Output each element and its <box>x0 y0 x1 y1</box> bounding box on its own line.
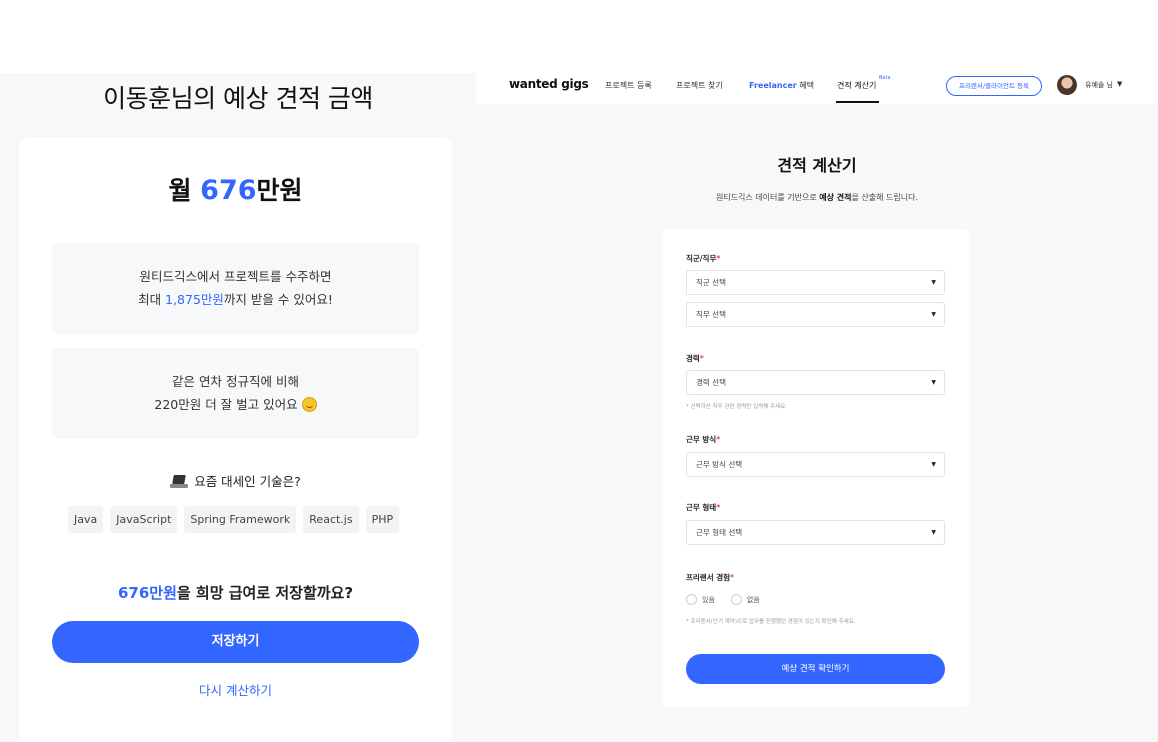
trending-skills-label: 요즘 대세인 기술은? <box>194 474 301 489</box>
job-label: 직군/직무* <box>686 253 720 264</box>
job-group-placeholder: 직군 선택 <box>696 278 726 287</box>
save-salary-question: 676만원을 희망 급여로 저장할까요? <box>19 582 452 603</box>
max-earning-line2: 최대 1,875만원까지 받을 수 있어요! <box>52 288 419 311</box>
work-method-label: 근무 방식* <box>686 434 720 445</box>
freelancer-benefits-label: 혜택 <box>796 81 814 90</box>
calculator-title: 견적 계산기 <box>777 156 857 175</box>
recalculate-link[interactable]: 다시 계산하기 <box>19 680 452 699</box>
smile-emoji-icon <box>301 397 317 412</box>
career-label: 경력* <box>686 353 704 364</box>
monthly-amount: 676 <box>200 175 257 206</box>
subtitle-bold: 예상 견적 <box>819 193 852 202</box>
freelance-label-text: 프리랜서 경험 <box>686 573 731 582</box>
estimate-form: 직군/직무* 직군 선택 ▼ 직무 선택 ▼ 경력* 경력 선택 ▼ * 선택하신 직… <box>662 229 969 707</box>
skill-tag: Spring Framework <box>184 506 297 533</box>
monthly-suffix: 만원 <box>256 176 303 205</box>
radio-yes[interactable]: 있음 <box>686 594 715 605</box>
skill-tag: Java <box>68 506 104 533</box>
job-group-select[interactable]: 직군 선택 ▼ <box>686 270 945 295</box>
beta-badge: Beta <box>879 75 891 81</box>
wanted-gigs-logo[interactable]: wanted gigs <box>509 77 589 91</box>
required-mark: * <box>699 354 704 363</box>
work-type-placeholder: 근무 형태 선택 <box>696 528 743 537</box>
estimate-result-panel: 이동훈님의 예상 견적 금액 월 676만원 원티드긱스에서 프로젝트를 수주하… <box>0 73 476 742</box>
radio-no-label: 없음 <box>746 595 760 604</box>
save-question-amount: 676만원 <box>117 584 177 602</box>
work-method-label-text: 근무 방식 <box>686 435 717 444</box>
subtitle-prefix: 원티드긱스 데이터를 기반으로 <box>715 193 820 202</box>
required-mark: * <box>716 435 721 444</box>
work-type-label-text: 근무 형태 <box>686 503 717 512</box>
radio-yes-label: 있음 <box>702 595 715 604</box>
result-title: 이동훈님의 예상 견적 금액 <box>103 84 373 113</box>
work-type-select[interactable]: 근무 형태 선택 ▼ <box>686 520 945 545</box>
avatar[interactable] <box>1057 75 1077 95</box>
chevron-down-icon: ▼ <box>931 461 936 468</box>
laptop-icon <box>170 475 189 489</box>
freelancer-brand: Freelancer <box>749 81 797 90</box>
nav-item-project-register[interactable]: 프로젝트 등록 <box>605 80 652 91</box>
nav-item-project-search[interactable]: 프로젝트 찾기 <box>676 80 723 91</box>
work-method-placeholder: 근무 방식 선택 <box>696 460 743 469</box>
max-earning-line1: 원티드긱스에서 프로젝트를 수주하면 <box>139 269 332 284</box>
save-question-text: 을 희망 급여로 저장할까요? <box>176 584 354 602</box>
save-button[interactable]: 저장하기 <box>52 621 419 663</box>
work-type-label: 근무 형태* <box>686 502 720 513</box>
skill-tag: PHP <box>365 506 400 533</box>
required-mark: * <box>716 254 721 263</box>
nav-active-indicator <box>836 101 879 103</box>
monthly-estimate: 월 676만원 <box>19 171 452 207</box>
result-card: 월 676만원 원티드긱스에서 프로젝트를 수주하면 최대 1,875만원까지 … <box>19 137 452 742</box>
comparison-info: 같은 연차 정규직에 비해 220만원 더 잘 벌고 있어요 <box>52 348 419 439</box>
career-hint: * 선택하신 직무 관련 경력만 입력해 주세요. <box>686 404 788 410</box>
freelance-hint: * 프리랜서(단기 계약)으로 업무를 진행했던 경험이 있는지 확인해 주세요… <box>686 619 856 625</box>
monthly-prefix: 월 <box>168 176 201 205</box>
job-role-placeholder: 직무 선택 <box>696 310 726 319</box>
required-mark: * <box>716 503 721 512</box>
max-earning-prefix: 최대 <box>138 292 166 307</box>
subtitle-suffix: 을 산출해 드립니다. <box>851 193 919 202</box>
skill-tag: React.js <box>303 506 359 533</box>
freelance-experience-radios: 있음 없음 <box>686 594 760 605</box>
max-earning-suffix: 까지 받을 수 있어요! <box>223 292 333 307</box>
user-name[interactable]: 유예솔 님 <box>1085 80 1113 90</box>
max-earning-amount: 1,875만원 <box>165 292 224 307</box>
comparison-text: 220만원 더 잘 벌고 있어요 <box>154 397 298 412</box>
chevron-down-icon: ▼ <box>931 279 936 286</box>
comparison-line2: 220만원 더 잘 벌고 있어요 <box>52 393 419 416</box>
job-role-select[interactable]: 직무 선택 ▼ <box>686 302 945 327</box>
calculator-subtitle: 원티드긱스 데이터를 기반으로 예상 견적을 산출해 드립니다. <box>476 192 1158 203</box>
nav-item-freelancer-benefits[interactable]: Freelancer 혜택 <box>749 80 814 91</box>
job-label-text: 직군/직무 <box>686 254 717 263</box>
chevron-down-icon: ▼ <box>931 379 936 386</box>
comparison-line1: 같은 연차 정규직에 비해 <box>172 374 299 389</box>
chevron-down-icon: ▼ <box>931 311 936 318</box>
register-freelancer-client-button[interactable]: 프리랜서/클라이언트 등록 <box>946 76 1042 96</box>
max-earning-info: 원티드긱스에서 프로젝트를 수주하면 최대 1,875만원까지 받을 수 있어요… <box>52 243 419 334</box>
nav-item-estimate-calculator[interactable]: 견적 계산기 <box>837 80 876 91</box>
check-estimate-button[interactable]: 예상 견적 확인하기 <box>686 654 945 684</box>
career-select[interactable]: 경력 선택 ▼ <box>686 370 945 395</box>
career-placeholder: 경력 선택 <box>696 378 726 387</box>
skill-tag: JavaScript <box>110 506 178 533</box>
skill-tags: Java JavaScript Spring Framework React.j… <box>68 506 400 533</box>
radio-circle-icon[interactable] <box>730 594 742 605</box>
work-method-select[interactable]: 근무 방식 선택 ▼ <box>686 452 945 477</box>
radio-circle-icon[interactable] <box>686 594 697 605</box>
radio-no[interactable]: 없음 <box>730 594 760 605</box>
user-menu-caret-icon[interactable]: ▼ <box>1117 80 1122 88</box>
freelance-experience-label: 프리랜서 경험* <box>686 572 734 583</box>
screenshot-root: 이동훈님의 예상 견적 금액 월 676만원 원티드긱스에서 프로젝트를 수주하… <box>0 0 1158 742</box>
trending-skills-title: 요즘 대세인 기술은? <box>19 471 452 490</box>
top-nav: wanted gigs 프로젝트 등록 프로젝트 찾기 Freelancer 혜… <box>476 68 1158 104</box>
career-label-text: 경력 <box>686 354 700 363</box>
required-mark: * <box>730 573 734 582</box>
chevron-down-icon: ▼ <box>931 529 936 536</box>
